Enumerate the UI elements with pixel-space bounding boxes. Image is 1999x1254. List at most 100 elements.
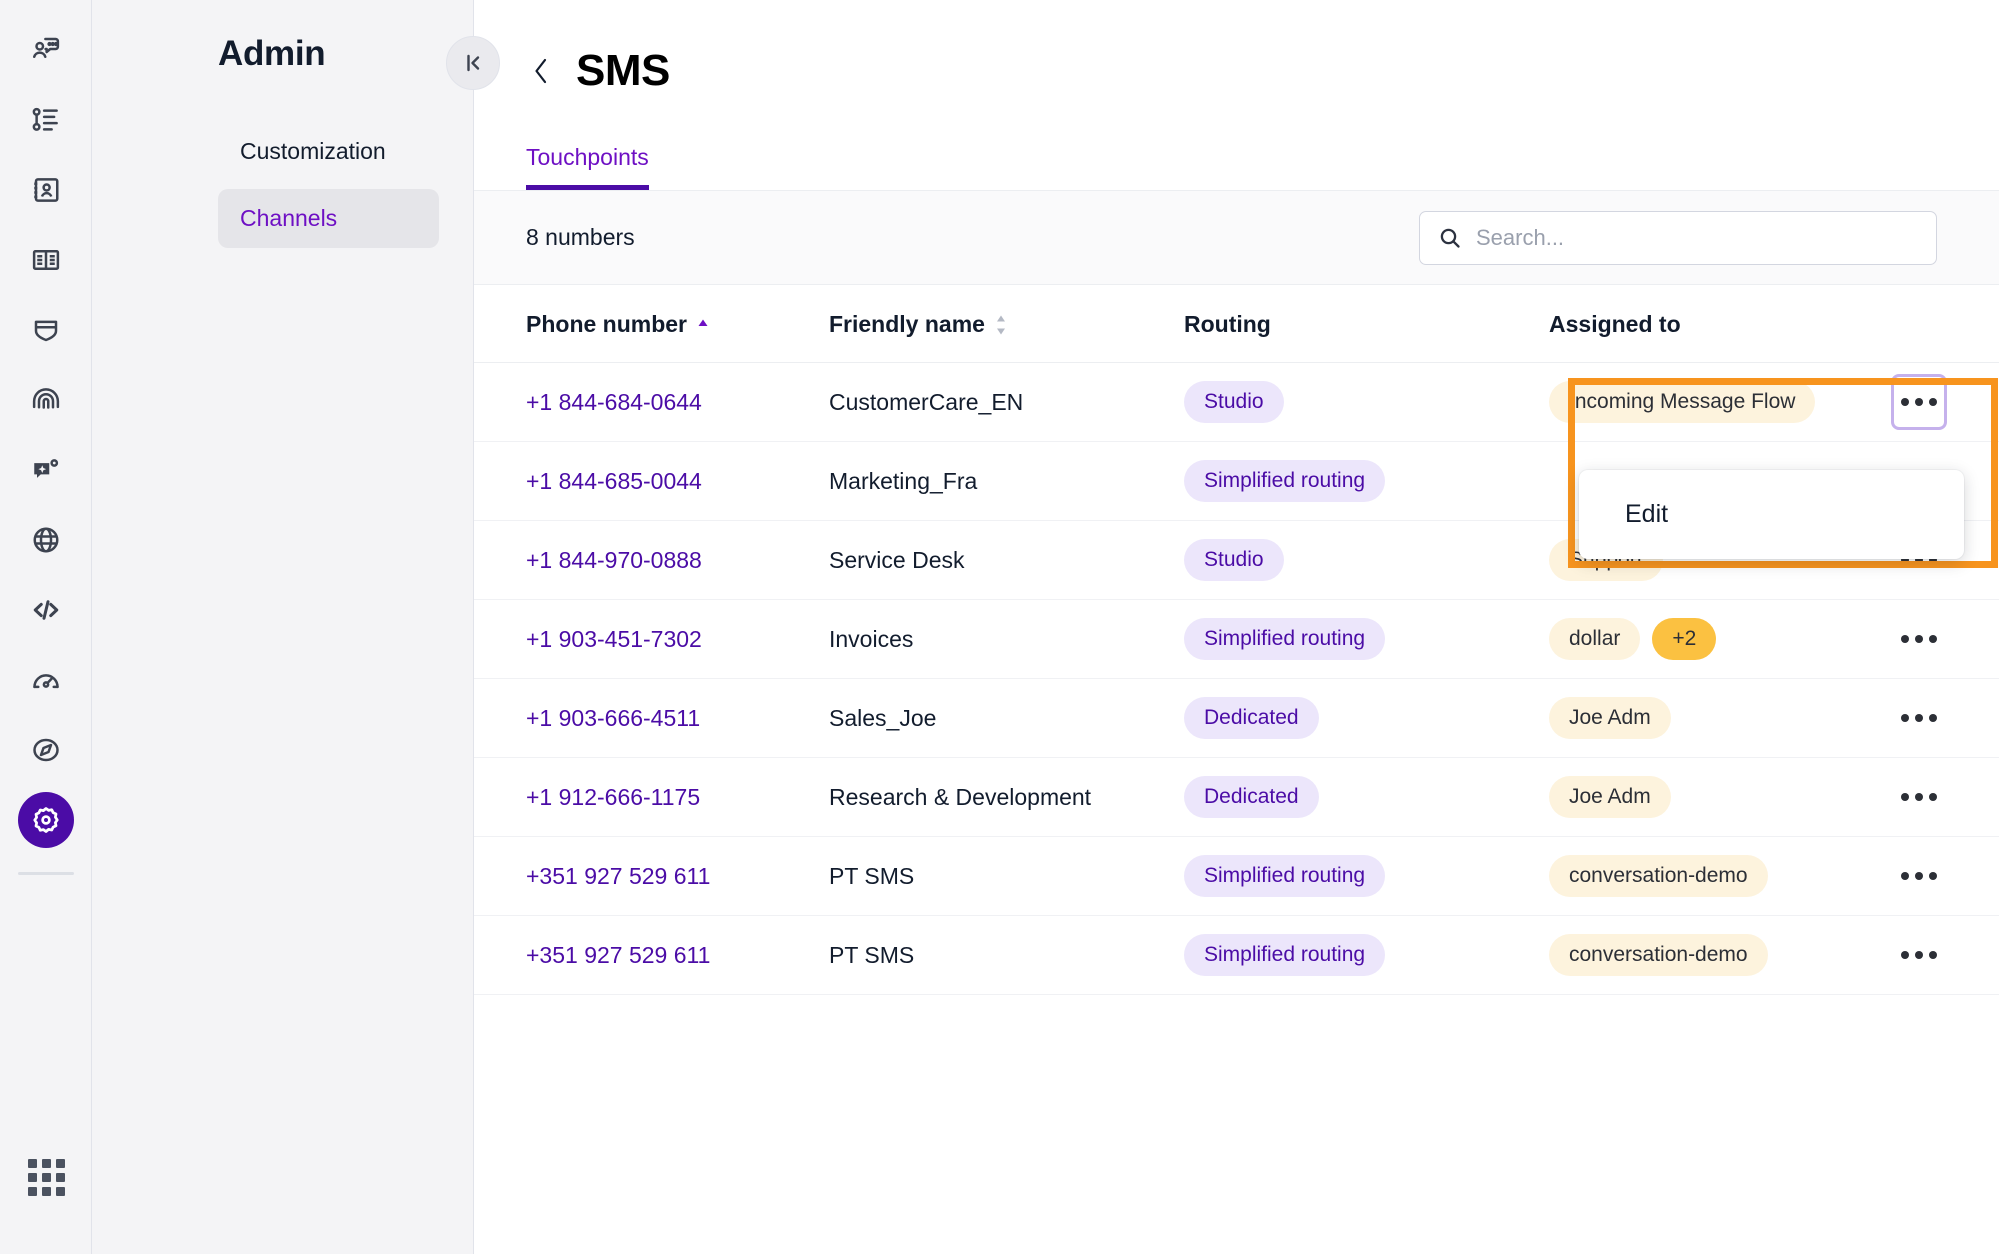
- assigned-chip: Incoming Message Flow: [1549, 381, 1816, 423]
- cell-phone-number: +351 927 529 611: [474, 836, 829, 916]
- row-actions-dropdown[interactable]: Edit: [1579, 470, 1964, 559]
- globe-icon[interactable]: [18, 512, 74, 568]
- table-row[interactable]: +1 903-666-4511 Sales_Joe Dedicated Joe Adm: [474, 678, 1999, 758]
- assigned-chip-group: conversation-demo: [1549, 934, 1879, 976]
- cell-assigned-to: conversation-demo: [1549, 836, 1879, 916]
- cell-routing: Simplified routing: [1184, 599, 1549, 679]
- table-row[interactable]: +1 912-666-1175 Research & Development Ded…: [474, 757, 1999, 837]
- cell-routing: Dedicated: [1184, 678, 1549, 758]
- table-row[interactable]: +351 927 529 611 PT SMS Simplified routing…: [474, 915, 1999, 995]
- conversations-icon[interactable]: [18, 22, 74, 78]
- phone-number-link[interactable]: +1 912-666-1175: [526, 784, 700, 810]
- back-button[interactable]: [528, 53, 554, 89]
- cell-assigned-to: Incoming Message Flow: [1549, 362, 1879, 442]
- routing-badge: Studio: [1184, 539, 1284, 581]
- page-title: Admin: [218, 34, 326, 73]
- cell-routing: Dedicated: [1184, 757, 1549, 837]
- rail-divider: [17, 872, 74, 875]
- assigned-chip-group: Incoming Message Flow: [1549, 381, 1879, 423]
- apps-grid-icon: [27, 1159, 65, 1196]
- cell-friendly-name: Invoices: [829, 599, 1184, 679]
- assigned-chip-group: Joe Adm: [1549, 776, 1879, 818]
- phone-number-link[interactable]: +351 927 529 611: [526, 942, 710, 968]
- column-header-friendly-name[interactable]: Friendly name: [829, 285, 1184, 363]
- fingerprint-icon[interactable]: [18, 372, 74, 428]
- routing-badge: Dedicated: [1184, 697, 1319, 739]
- cell-phone-number: +1 844-684-0644: [474, 362, 829, 442]
- cell-phone-number: +1 844-970-0888: [474, 520, 829, 600]
- cell-friendly-name: CustomerCare_EN: [829, 362, 1184, 442]
- sms-page-title: SMS: [576, 46, 670, 95]
- contacts-book-icon[interactable]: [18, 162, 74, 218]
- gear-icon[interactable]: [17, 792, 74, 848]
- row-actions-button[interactable]: [1891, 848, 1947, 904]
- flows-list-icon[interactable]: [18, 92, 74, 148]
- collapse-panel-button[interactable]: [446, 36, 500, 90]
- routing-badge: Simplified routing: [1184, 934, 1386, 976]
- row-actions-button[interactable]: [1891, 690, 1947, 746]
- sidebar-item-customization[interactable]: Customization: [218, 122, 439, 181]
- assigned-chip-group: conversation-demo: [1549, 855, 1879, 897]
- collapse-panel-icon: [467, 54, 480, 72]
- admin-sidebar: Admin Customization Channels: [92, 0, 500, 1254]
- apps-grid-button[interactable]: [0, 1159, 92, 1196]
- phone-number-link[interactable]: +1 844-970-0888: [526, 547, 702, 573]
- sidebar-item-label: Customization: [240, 138, 386, 164]
- routing-badge: Simplified routing: [1184, 855, 1386, 897]
- table-row[interactable]: +1 903-451-7302 Invoices Simplified routin…: [474, 599, 1999, 679]
- row-actions-button[interactable]: [1891, 374, 1947, 430]
- search-input[interactable]: Search...: [1419, 210, 1937, 265]
- column-label: Routing: [1184, 311, 1271, 337]
- search-placeholder: Search...: [1476, 224, 1565, 250]
- cell-actions: [1879, 362, 1999, 442]
- ai-assistant-icon[interactable]: [18, 442, 74, 498]
- cell-routing: Studio: [1184, 362, 1549, 442]
- column-label: Phone number: [526, 311, 688, 337]
- column-header-phone-number[interactable]: Phone number: [474, 285, 829, 363]
- gauge-icon[interactable]: [18, 652, 74, 708]
- cell-friendly-name: Marketing_Fra: [829, 441, 1184, 521]
- phone-number-link[interactable]: +1 903-666-4511: [526, 705, 700, 731]
- table-row[interactable]: +351 927 529 611 PT SMS Simplified routing…: [474, 836, 1999, 916]
- cell-actions: [1879, 757, 1999, 837]
- assigned-chip: dollar: [1549, 618, 1641, 660]
- table-header-row: Phone number Friendly name Routing Assig…: [474, 285, 1999, 363]
- phone-number-link[interactable]: +1 844-684-0644: [526, 389, 702, 415]
- table-toolbar: 8 numbers Search...: [474, 191, 1999, 285]
- shield-icon[interactable]: [18, 302, 74, 358]
- cell-routing: Simplified routing: [1184, 441, 1549, 521]
- compass-icon[interactable]: [18, 722, 74, 778]
- row-actions-button[interactable]: [1891, 927, 1947, 983]
- dropdown-item-edit[interactable]: Edit: [1579, 488, 1964, 541]
- phone-number-link[interactable]: +1 844-685-0044: [526, 468, 702, 494]
- friendly-name-text: Marketing_Fra: [829, 467, 978, 494]
- ellipsis-icon: [1901, 872, 1937, 880]
- cell-routing: Studio: [1184, 520, 1549, 600]
- phone-number-link[interactable]: +1 903-451-7302: [526, 626, 702, 652]
- ellipsis-icon: [1901, 398, 1937, 406]
- column-label: Assigned to: [1549, 311, 1681, 337]
- cell-assigned-to: Joe Adm: [1549, 678, 1879, 758]
- cell-assigned-to: conversation-demo: [1549, 915, 1879, 995]
- row-actions-button[interactable]: [1891, 769, 1947, 825]
- column-label: Friendly name: [829, 311, 985, 337]
- sort-ascending-icon: [698, 319, 708, 326]
- column-header-assigned-to: Assigned to: [1549, 285, 1879, 363]
- code-icon[interactable]: [18, 582, 74, 638]
- numbers-count: 8 numbers: [526, 224, 635, 250]
- cell-friendly-name: PT SMS: [829, 915, 1184, 995]
- table-row[interactable]: +1 844-684-0644 CustomerCare_EN Studio Inco…: [474, 362, 1999, 442]
- tab-touchpoints[interactable]: Touchpoints: [526, 144, 649, 190]
- friendly-name-text: Sales_Joe: [829, 704, 937, 731]
- row-actions-button[interactable]: [1891, 611, 1947, 667]
- phone-number-link[interactable]: +351 927 529 611: [526, 863, 710, 889]
- sidebar-item-channels[interactable]: Channels: [218, 189, 439, 248]
- cell-actions: [1879, 836, 1999, 916]
- knowledge-book-icon[interactable]: [18, 232, 74, 288]
- ellipsis-icon: [1901, 635, 1937, 643]
- cell-phone-number: +1 903-666-4511: [474, 678, 829, 758]
- assigned-overflow-badge[interactable]: +2: [1652, 618, 1717, 660]
- cell-assigned-to: dollar +2: [1549, 599, 1879, 679]
- main-content: SMS Touchpoints 8 numbers Search... Phon…: [474, 0, 1999, 1254]
- cell-phone-number: +1 903-451-7302: [474, 599, 829, 679]
